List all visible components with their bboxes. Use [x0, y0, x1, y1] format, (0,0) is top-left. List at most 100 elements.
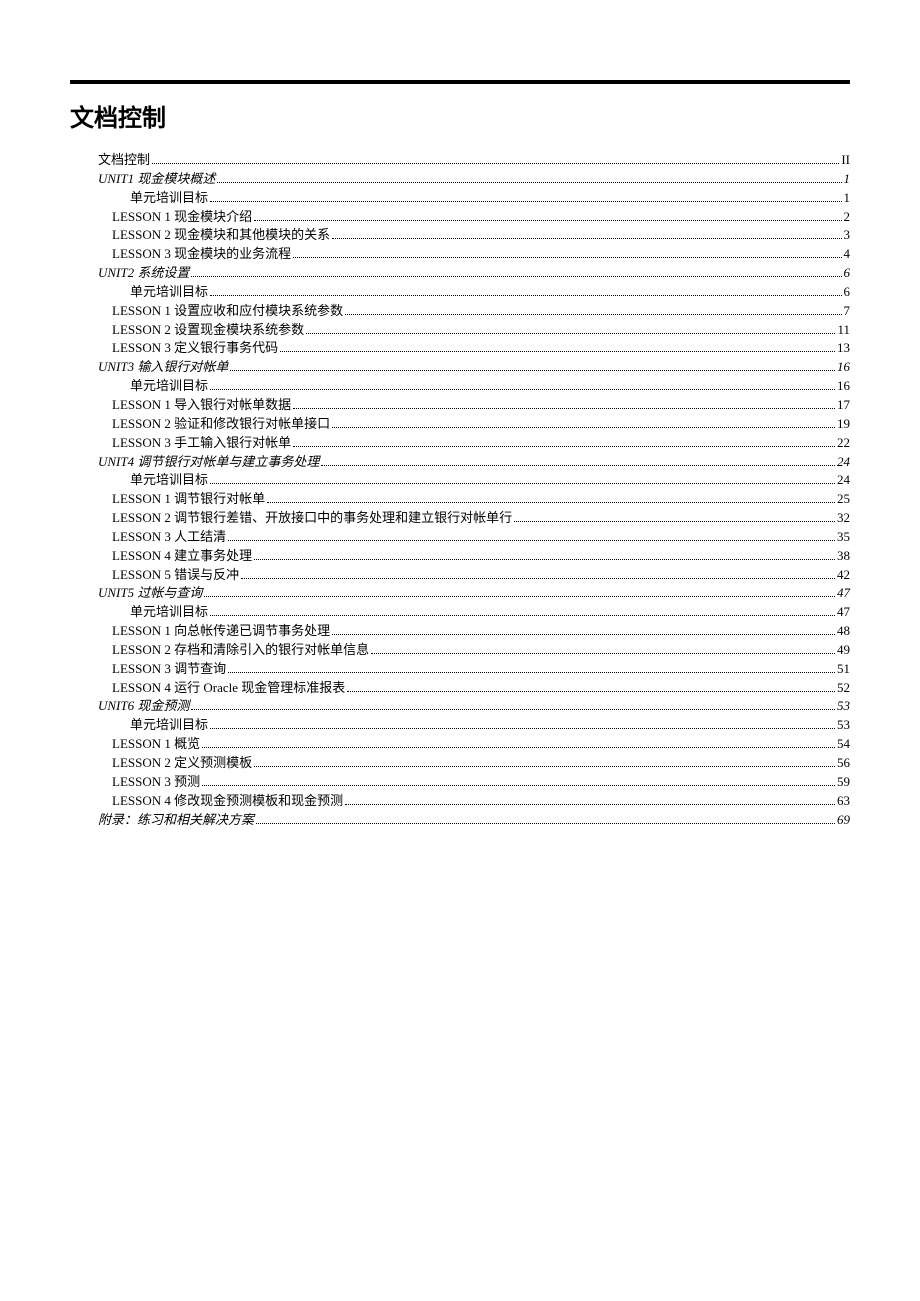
toc-dot-leader: [228, 672, 835, 673]
toc-entry[interactable]: LESSON 3 调节查询 51: [70, 660, 850, 679]
toc-entry[interactable]: UNIT3 输入银行对帐单16: [70, 358, 850, 377]
page-title: 文档控制: [70, 98, 850, 133]
toc-entry-label: LESSON 4 运行 Oracle 现金管理标准报表: [112, 679, 345, 698]
toc-entry[interactable]: 单元培训目标 24: [70, 471, 850, 490]
toc-entry-page: 59: [837, 773, 850, 792]
toc-entry[interactable]: LESSON 2 现金模块和其他模块的关系3: [70, 226, 850, 245]
toc-entry-label: 单元培训目标: [130, 471, 208, 490]
toc-entry-page: 22: [837, 434, 850, 453]
toc-entry-label: 单元培训目标: [130, 189, 208, 208]
toc-entry-page: 56: [837, 754, 850, 773]
toc-entry[interactable]: LESSON 1 现金模块介绍2: [70, 208, 850, 227]
toc-entry-page: 16: [837, 377, 850, 396]
toc-entry[interactable]: 文档控制II: [70, 151, 850, 170]
toc-entry-page: 24: [837, 471, 850, 490]
toc-dot-leader: [202, 747, 835, 748]
toc-entry-page: 53: [837, 697, 850, 716]
toc-entry[interactable]: LESSON 2 设置现金模块系统参数11: [70, 321, 850, 340]
toc-entry-label: LESSON 3 预测: [112, 773, 200, 792]
toc-entry-page: 38: [837, 547, 850, 566]
toc-entry-label: LESSON 3 现金模块的业务流程: [112, 245, 291, 264]
toc-entry-label: 单元培训目标: [130, 377, 208, 396]
toc-entry-label: UNIT1 现金模块概述: [98, 170, 215, 189]
toc-entry[interactable]: LESSON 1 向总帐传递已调节事务处理48: [70, 622, 850, 641]
toc-entry-label: UNIT3 输入银行对帐单: [98, 358, 228, 377]
toc-entry[interactable]: LESSON 4 修改现金预测模板和现金预测63: [70, 792, 850, 811]
toc-entry-page: 35: [837, 528, 850, 547]
toc-entry-page: 1: [844, 189, 851, 208]
toc-entry-page: 24: [837, 453, 850, 472]
toc-entry[interactable]: LESSON 1 概览54: [70, 735, 850, 754]
toc-entry[interactable]: LESSON 3 预测 59: [70, 773, 850, 792]
toc-entry[interactable]: LESSON 3 定义银行事务代码13: [70, 339, 850, 358]
toc-entry[interactable]: LESSON 1 导入银行对帐单数据17: [70, 396, 850, 415]
toc-entry[interactable]: LESSON 4 建立事务处理38: [70, 547, 850, 566]
toc-entry[interactable]: UNIT2 系统设置6: [70, 264, 850, 283]
toc-entry-label: 附录：练习和相关解决方案: [98, 811, 254, 830]
toc-entry[interactable]: 单元培训目标6: [70, 283, 850, 302]
toc-entry[interactable]: UNIT1 现金模块概述1: [70, 170, 850, 189]
toc-dot-leader: [210, 295, 841, 296]
toc-entry[interactable]: 附录：练习和相关解决方案 69: [70, 811, 850, 830]
toc-entry-page: 69: [837, 811, 850, 830]
toc-dot-leader: [332, 634, 835, 635]
toc-entry[interactable]: UNIT4 调节银行对帐单与建立事务处理24: [70, 453, 850, 472]
toc-entry[interactable]: 单元培训目标 16: [70, 377, 850, 396]
toc-entry-label: 文档控制: [98, 151, 150, 170]
table-of-contents: 文档控制IIUNIT1 现金模块概述1单元培训目标1LESSON 1 现金模块介…: [70, 151, 850, 829]
toc-entry[interactable]: LESSON 5 错误与反冲 42: [70, 566, 850, 585]
toc-entry-page: 42: [837, 566, 850, 585]
top-divider: [70, 80, 850, 84]
toc-entry-label: LESSON 3 手工输入银行对帐单: [112, 434, 291, 453]
toc-entry[interactable]: UNIT5 过帐与查询 47: [70, 584, 850, 603]
toc-entry[interactable]: 单元培训目标 1: [70, 189, 850, 208]
toc-entry[interactable]: 单元培训目标53: [70, 716, 850, 735]
toc-entry-page: 32: [837, 509, 850, 528]
toc-entry-label: LESSON 5 错误与反冲: [112, 566, 239, 585]
toc-entry[interactable]: LESSON 1 设置应收和应付模块系统参数7: [70, 302, 850, 321]
toc-entry-page: 17: [837, 396, 850, 415]
toc-entry-label: LESSON 3 调节查询: [112, 660, 226, 679]
toc-entry-label: LESSON 4 修改现金预测模板和现金预测: [112, 792, 343, 811]
toc-entry[interactable]: LESSON 2 定义预测模板56: [70, 754, 850, 773]
toc-dot-leader: [228, 540, 835, 541]
toc-entry-label: LESSON 2 存档和清除引入的银行对帐单信息: [112, 641, 369, 660]
toc-entry[interactable]: LESSON 1 调节银行对帐单 25: [70, 490, 850, 509]
toc-entry[interactable]: LESSON 3 人工结清35: [70, 528, 850, 547]
toc-dot-leader: [256, 823, 835, 824]
toc-entry-page: 47: [837, 584, 850, 603]
toc-dot-leader: [267, 502, 835, 503]
toc-entry-label: LESSON 1 调节银行对帐单: [112, 490, 265, 509]
toc-entry[interactable]: UNIT6 现金预测53: [70, 697, 850, 716]
toc-dot-leader: [254, 220, 841, 221]
toc-entry-label: LESSON 2 现金模块和其他模块的关系: [112, 226, 330, 245]
toc-entry-page: 13: [837, 339, 850, 358]
toc-dot-leader: [293, 257, 841, 258]
toc-dot-leader: [254, 559, 835, 560]
toc-entry-page: 19: [837, 415, 850, 434]
toc-entry-page: 48: [837, 622, 850, 641]
toc-dot-leader: [204, 596, 835, 597]
toc-dot-leader: [230, 370, 835, 371]
toc-entry[interactable]: LESSON 2 调节银行差错、开放接口中的事务处理和建立银行对帐单行32: [70, 509, 850, 528]
toc-entry[interactable]: LESSON 2 验证和修改银行对帐单接口 19: [70, 415, 850, 434]
toc-entry-page: 51: [837, 660, 850, 679]
toc-dot-leader: [345, 804, 835, 805]
toc-dot-leader: [210, 201, 841, 202]
toc-entry[interactable]: LESSON 2 存档和清除引入的银行对帐单信息49: [70, 641, 850, 660]
toc-entry[interactable]: 单元培训目标47: [70, 603, 850, 622]
toc-entry[interactable]: LESSON 3 手工输入银行对帐单 22: [70, 434, 850, 453]
toc-entry[interactable]: LESSON 4 运行 Oracle 现金管理标准报表52: [70, 679, 850, 698]
toc-entry-label: UNIT5 过帐与查询: [98, 584, 202, 603]
toc-dot-leader: [210, 728, 835, 729]
toc-entry-page: 11: [837, 321, 850, 340]
toc-entry[interactable]: LESSON 3 现金模块的业务流程4: [70, 245, 850, 264]
toc-entry-page: 25: [837, 490, 850, 509]
toc-entry-label: LESSON 1 概览: [112, 735, 200, 754]
toc-entry-label: LESSON 2 验证和修改银行对帐单接口: [112, 415, 330, 434]
toc-dot-leader: [306, 333, 835, 334]
toc-entry-page: 47: [837, 603, 850, 622]
toc-entry-page: 6: [844, 264, 851, 283]
toc-dot-leader: [345, 314, 841, 315]
toc-dot-leader: [371, 653, 835, 654]
